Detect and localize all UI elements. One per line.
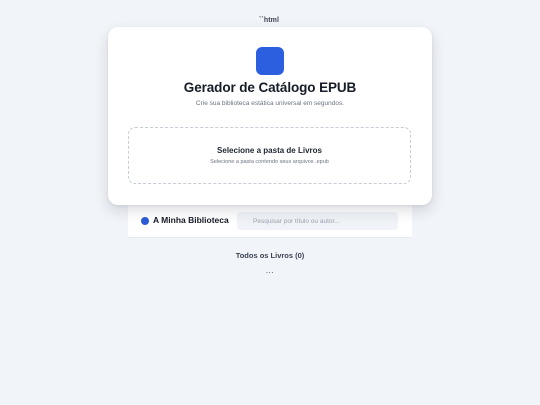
library-title: A Minha Biblioteca [153,215,229,225]
app-logo-icon [256,47,284,75]
books-heading: Todos os Livros (0) [235,251,305,260]
library-header: A Minha Biblioteca [128,200,412,238]
code-fence-text: ``html [259,17,280,24]
dropzone-hint: Selecione a pasta contendo seus arquivos… [210,159,329,165]
search-input[interactable] [237,212,398,230]
page: ``html A Minha Biblioteca Gerador de Cat… [0,0,540,405]
dropzone-title: Selecione a pasta de Livros [217,146,322,155]
loading-indicator: ... [265,266,275,275]
folder-dropzone[interactable]: Selecione a pasta de Livros Selecione a … [128,127,411,184]
page-title: Gerador de Catálogo EPUB [183,80,357,95]
page-subtitle: Crie sua biblioteca estática universal e… [195,100,345,107]
dot-icon [141,217,149,225]
upload-card: Gerador de Catálogo EPUB Crie sua biblio… [108,27,432,205]
